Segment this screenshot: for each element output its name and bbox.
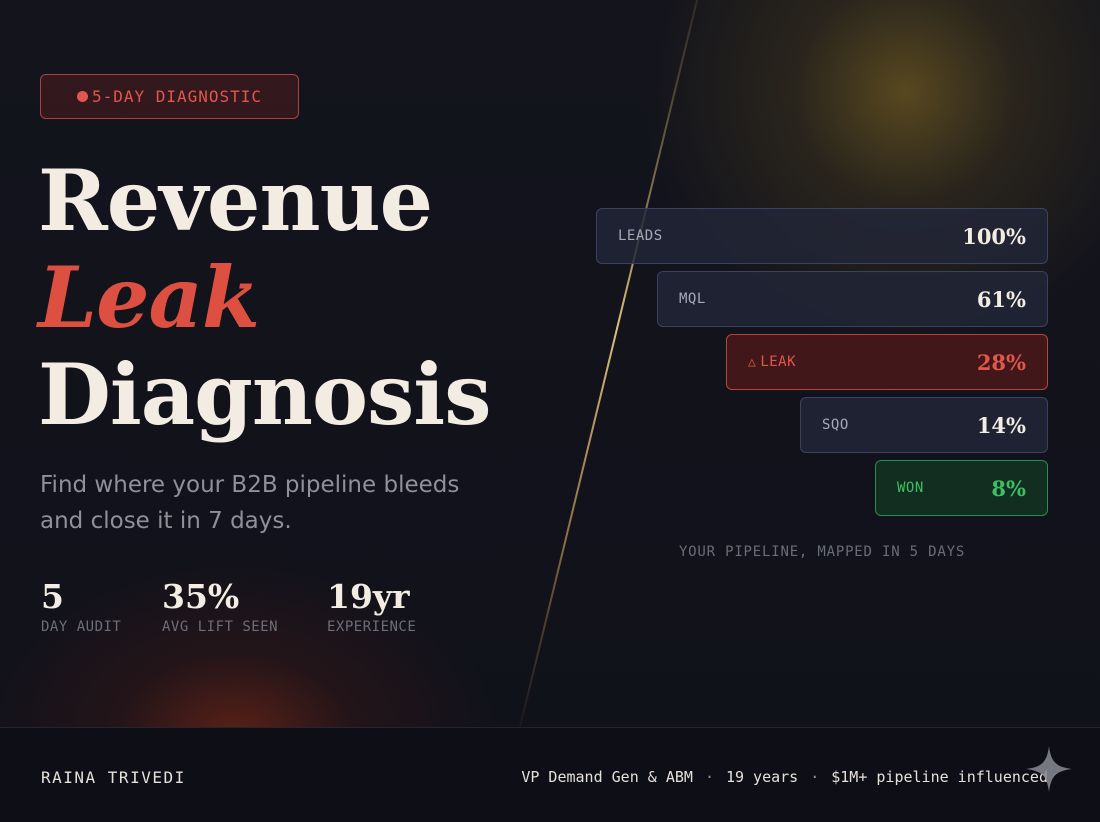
badge-label: 5-DAY DIAGNOSTIC [91,87,263,106]
funnel-bar-label: MQL [679,291,706,307]
funnel-bar-label: SQO [822,417,849,433]
funnel-bar-leads: LEADS 100% [596,208,1048,264]
stat-label: AVG LIFT SEEN [162,619,279,635]
years-text: 19 years [725,768,799,786]
stat-avg-lift: 35% AVG LIFT SEEN [162,580,278,635]
separator: · [810,768,820,786]
stat-value: 19yr [327,577,410,616]
warning-triangle-icon: △ [748,355,757,370]
funnel-bar-label: LEAK [760,354,797,370]
footer: RAINA TRIVEDI VP Demand Gen & ABM · 19 yea… [0,727,1100,822]
funnel-bar-label-group: △ LEAK [748,354,796,370]
funnel-bar-value: 100% [962,223,1026,249]
pipeline-text: $1M+ pipeline influenced [831,768,1048,786]
role-text: VP Demand Gen & ABM [521,768,693,786]
subtitle: Find where your B2B pipeline bleeds and … [40,472,460,534]
stat-value: 35% [162,577,240,616]
stat-label: EXPERIENCE [327,619,417,635]
stat-experience: 19yr EXPERIENCE [327,580,416,635]
funnel-bar-leak: △ LEAK 28% [726,334,1048,390]
funnel-bar-label: WON [897,480,924,496]
separator: · [704,768,714,786]
author-name: RAINA TRIVEDI [41,768,186,787]
funnel-bar-value: 28% [976,349,1026,375]
funnel-bar-value: 14% [976,412,1026,438]
author-credentials: VP Demand Gen & ABM · 19 years · $1M+ pipeli… [521,768,1048,786]
sparkle-icon [1026,746,1072,792]
funnel-bar-value: 61% [976,286,1026,312]
funnel-bar-mql: MQL 61% [657,271,1048,327]
dot-icon [76,91,88,102]
funnel-bar-won: WON 8% [875,460,1048,516]
diagnostic-badge: 5-DAY DIAGNOSTIC [40,74,299,119]
funnel-bar-sqo: SQO 14% [800,397,1048,453]
title-line-1: Revenue [38,151,433,250]
funnel-bar-label: LEADS [618,228,663,244]
funnel-bar-value: 8% [991,475,1026,501]
funnel-caption: YOUR PIPELINE, MAPPED IN 5 DAYS [678,544,966,560]
stat-value: 5 [41,577,64,616]
title-line-2: Leak [38,248,260,347]
stat-day-audit: 5 DAY AUDIT [41,580,121,635]
stat-label: DAY AUDIT [41,619,122,635]
title-line-3: Diagnosis [38,345,492,444]
